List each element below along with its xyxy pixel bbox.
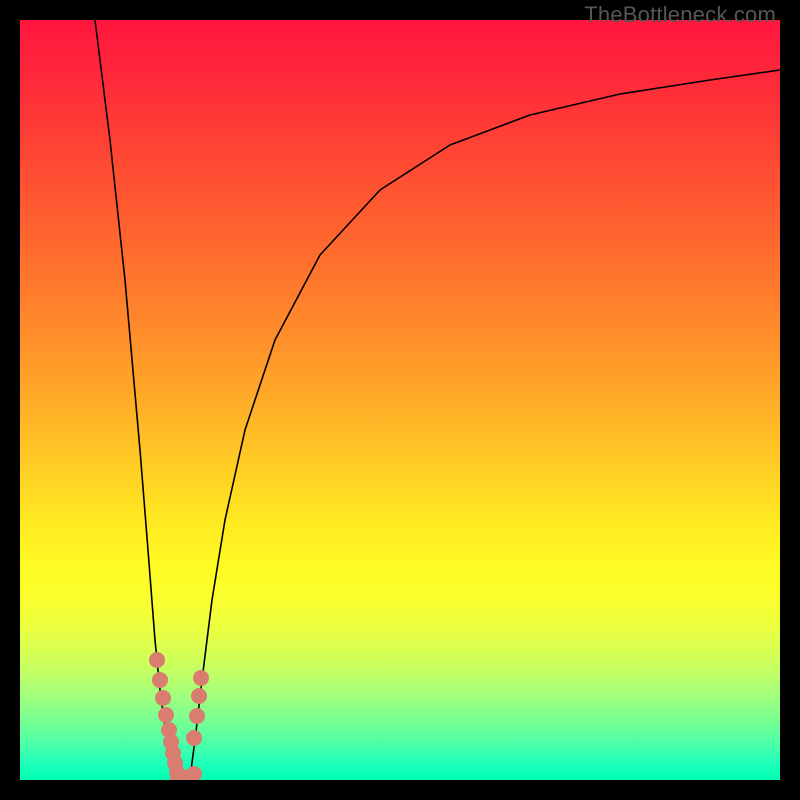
marker-dot xyxy=(158,707,174,723)
plot-area xyxy=(20,20,780,780)
marker-dot xyxy=(186,766,202,780)
marker-dot xyxy=(189,708,205,724)
marker-dot xyxy=(155,690,171,706)
chart-svg xyxy=(20,20,780,780)
marker-dot xyxy=(191,688,207,704)
marker-dot xyxy=(149,652,165,668)
watermark-text: TheBottleneck.com xyxy=(584,2,776,28)
markers-right xyxy=(186,670,209,746)
marker-dot xyxy=(193,670,209,686)
chart-frame: TheBottleneck.com xyxy=(0,0,800,800)
curve-left-branch xyxy=(95,20,177,778)
marker-dot xyxy=(186,730,202,746)
curve-right-branch xyxy=(190,70,780,778)
markers-left xyxy=(149,652,185,780)
marker-dot xyxy=(152,672,168,688)
